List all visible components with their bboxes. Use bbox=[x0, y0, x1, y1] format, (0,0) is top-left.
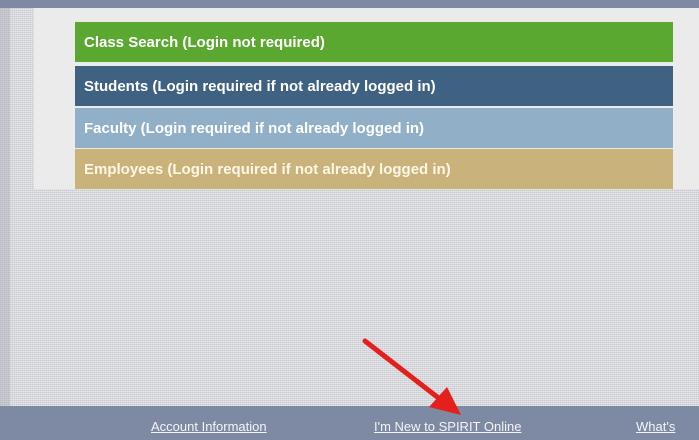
left-edge-shade bbox=[0, 8, 10, 406]
menu-item-label: Class Search (Login not required) bbox=[84, 33, 325, 51]
menu-item-label: Faculty (Login required if not already l… bbox=[84, 119, 425, 137]
menu-item-class-search[interactable]: Class Search (Login not required) bbox=[75, 22, 673, 62]
menu-item-students[interactable]: Students (Login required if not already … bbox=[75, 66, 673, 106]
menu-item-employees[interactable]: Employees (Login required if not already… bbox=[75, 149, 673, 189]
footer-bar: Account Information I'm New to SPIRIT On… bbox=[0, 406, 699, 440]
menu-item-label: Employees (Login required if not already… bbox=[84, 160, 451, 178]
menu-item-label: Students (Login required if not already … bbox=[84, 77, 436, 95]
red-arrow-icon bbox=[362, 338, 461, 415]
footer-link-account-information[interactable]: Account Information bbox=[151, 419, 267, 434]
menu-item-faculty[interactable]: Faculty (Login required if not already l… bbox=[75, 108, 673, 148]
footer-link-whats-new[interactable]: What's bbox=[636, 419, 675, 434]
top-banner-strip bbox=[0, 0, 699, 8]
footer-link-new-to-spirit[interactable]: I'm New to SPIRIT Online bbox=[374, 419, 521, 434]
